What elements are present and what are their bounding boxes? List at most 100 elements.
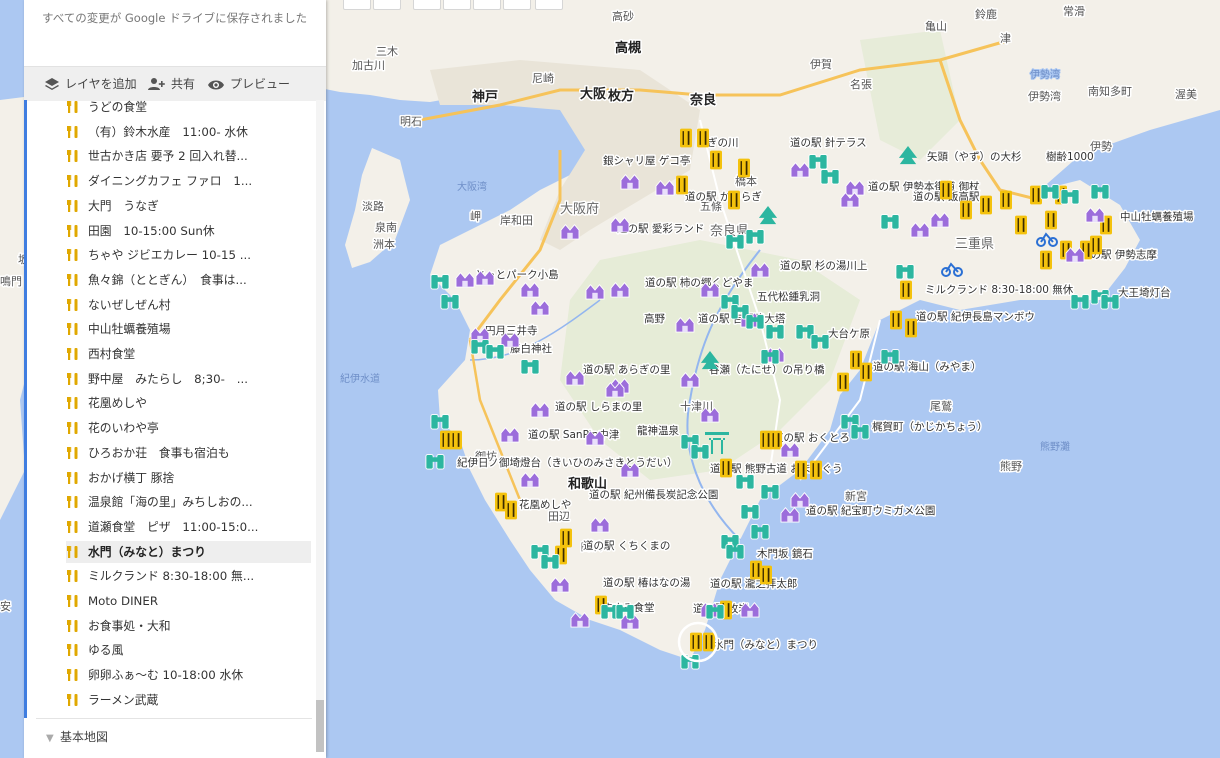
layer-item-label: ゆる風 (88, 643, 124, 658)
layer-item[interactable]: Moto DINER (66, 590, 311, 612)
fork-knife-icon[interactable] (560, 528, 572, 548)
fork-knife-icon[interactable] (860, 362, 872, 382)
map-label: 熊野 (1000, 459, 1022, 473)
fork-knife-icon[interactable] (690, 632, 702, 652)
add-marker-button[interactable] (443, 0, 471, 10)
fork-knife-icon[interactable] (738, 158, 750, 178)
panel-scrollbar-thumb[interactable] (316, 700, 324, 752)
fork-knife-icon (67, 397, 78, 410)
fork-knife-icon[interactable] (1045, 210, 1057, 230)
layer-item[interactable]: 卵卵ふぁ～む 10-18:00 水休 (66, 664, 311, 686)
preview-button[interactable]: プレビュー (207, 75, 290, 93)
measure-button[interactable] (535, 0, 563, 10)
layer-item[interactable]: ラーメン武蔵 (66, 689, 311, 711)
fork-knife-icon[interactable] (770, 430, 782, 450)
fork-knife-icon[interactable] (1040, 250, 1052, 270)
layer-item-label: 道瀬食堂 ピザ 11:00-15:0... (88, 519, 259, 534)
layer-item-label: 世古かき店 要予 2 回入れ替... (88, 149, 248, 164)
layer-item[interactable]: ゆる風 (66, 639, 311, 661)
fork-knife-icon (67, 224, 78, 237)
add-layer-button[interactable]: レイヤを追加 (44, 75, 137, 93)
draw-line-button[interactable] (473, 0, 501, 10)
fork-knife-icon[interactable] (710, 150, 722, 170)
fork-knife-icon[interactable] (680, 128, 692, 148)
fork-knife-icon (67, 520, 78, 533)
layer-item-label: うどの食堂 (88, 100, 147, 114)
map-label: 高野 (644, 312, 665, 325)
fork-knife-icon[interactable] (450, 430, 462, 450)
layer-item-label: ちゃや ジビエカレー 10-15 ... (88, 248, 251, 263)
add-directions-button[interactable] (503, 0, 531, 10)
fork-knife-icon[interactable] (1030, 185, 1042, 205)
fork-knife-icon[interactable] (810, 460, 822, 480)
fork-knife-icon (67, 422, 78, 435)
layer-item[interactable]: おかげ横丁 豚捨 (66, 467, 311, 489)
layer-item-label: ダイニングカフェ ファロ 1... (88, 174, 253, 189)
layer-item-label: 田園 10-15:00 Sun休 (88, 223, 215, 238)
layer-item[interactable]: 野中屋 みたらし 8;30- ... (66, 368, 311, 390)
fork-knife-icon[interactable] (703, 632, 715, 652)
fork-knife-icon[interactable] (795, 460, 807, 480)
layer-item[interactable]: お食事処・大和 (66, 615, 311, 637)
map-label: 大阪湾 (457, 180, 487, 193)
map-label: 常滑 (1063, 5, 1085, 18)
layer-item[interactable]: 花凰めしや (66, 392, 311, 414)
layer-item[interactable]: 世古かき店 要予 2 回入れ替... (66, 145, 311, 167)
layer-item[interactable]: 中山牡蠣養殖場 (66, 318, 311, 340)
redo-button[interactable] (373, 0, 401, 10)
layer-item[interactable]: ひろおか荘 食事も宿泊も (66, 442, 311, 464)
layer-item[interactable]: うどの食堂 (66, 100, 311, 118)
basemap-label: 基本地図 (60, 730, 109, 744)
layer-item[interactable]: 水門（みなと）まつり (66, 540, 311, 563)
layer-item-label: ミルクランド 8:30-18:00 無... (88, 569, 255, 584)
layer-item[interactable]: 大門 うなぎ (66, 195, 311, 217)
add-layer-label: レイヤを追加 (65, 77, 137, 91)
map-label: 樹齢1000 (1046, 150, 1094, 163)
fork-knife-icon (67, 199, 78, 212)
fork-knife-icon[interactable] (900, 280, 912, 300)
layer-item[interactable]: ミルクランド 8:30-18:00 無... (66, 565, 311, 587)
basemap-toggle[interactable]: ▼ 基本地図 (46, 728, 108, 745)
map-label: 銀シャリ屋 ゲコ亭 (603, 154, 690, 167)
map-label: ミルクランド 8:30-18:00 無休 (925, 283, 1074, 296)
layer-item[interactable]: 花のいわや亭 (66, 417, 311, 439)
fork-knife-icon[interactable] (980, 195, 992, 215)
panel-scrollbar[interactable] (316, 100, 324, 752)
map-label: 道の駅 くちくまの (583, 539, 670, 552)
layer-item[interactable]: 西村食堂 (66, 343, 311, 365)
layer-item[interactable]: ちゃや ジビエカレー 10-15 ... (66, 244, 311, 266)
fork-knife-icon[interactable] (890, 310, 902, 330)
fork-knife-icon[interactable] (905, 318, 917, 338)
fork-knife-icon[interactable] (760, 565, 772, 585)
fork-knife-icon (67, 249, 78, 262)
layer-item[interactable]: 田園 10-15:00 Sun休 (66, 220, 311, 242)
layer-item[interactable]: 魚々錦（ととぎん） 食事は... (66, 269, 311, 291)
share-label: 共有 (171, 77, 196, 91)
fork-knife-icon[interactable] (697, 128, 709, 148)
fork-knife-icon[interactable] (728, 190, 740, 210)
fork-knife-icon[interactable] (720, 458, 732, 478)
layer-item[interactable]: （有）鈴木水産 11:00- 水休 (66, 121, 311, 143)
map-label: 伊賀 (810, 58, 832, 71)
layer-item[interactable]: 温泉館「海の里」みちしおの... (66, 491, 311, 513)
fork-knife-icon (67, 323, 78, 336)
layer-item[interactable]: 道瀬食堂 ピザ 11:00-15:0... (66, 516, 311, 538)
fork-knife-icon[interactable] (960, 200, 972, 220)
fork-knife-icon[interactable] (940, 180, 952, 200)
fork-knife-icon[interactable] (505, 500, 517, 520)
select-tool-button[interactable] (413, 0, 441, 10)
undo-button[interactable] (343, 0, 371, 10)
layer-item[interactable]: ないぜしぜん村 (66, 294, 311, 316)
fork-knife-icon[interactable] (1015, 215, 1027, 235)
map-label: 加古川 (352, 59, 385, 72)
map-label: 道の駅 海山（みやま） (873, 360, 981, 373)
map-label: 梶賀町（かじかちょう） (872, 420, 988, 433)
share-button[interactable]: 共有 (148, 75, 195, 93)
layer-item[interactable]: ダイニングカフェ ファロ 1... (66, 170, 311, 192)
layer-item-label: ラーメン武蔵 (88, 692, 159, 707)
map-label: 神戸 (472, 89, 498, 105)
fork-knife-icon[interactable] (837, 372, 849, 392)
map-label: 津 (1000, 32, 1011, 45)
fork-knife-icon[interactable] (676, 175, 688, 195)
fork-knife-icon[interactable] (1000, 190, 1012, 210)
